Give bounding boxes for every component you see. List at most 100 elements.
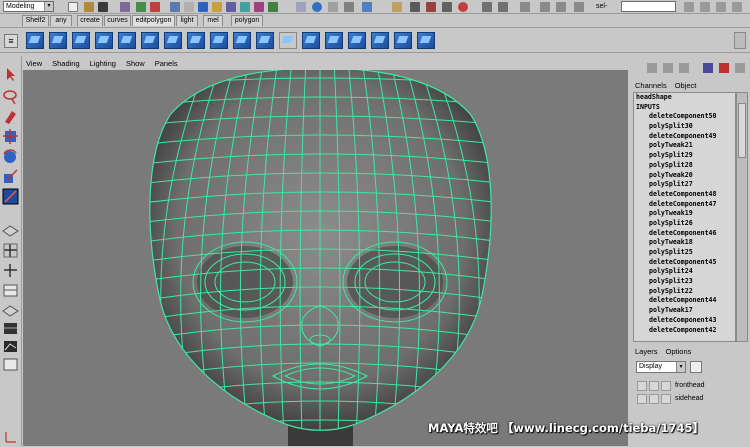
- channel-input-item[interactable]: polyTweak18: [634, 238, 735, 248]
- layout-hypergraph-icon[interactable]: [2, 320, 19, 337]
- mask-icon[interactable]: [226, 2, 236, 12]
- channel-box-icon[interactable]: [663, 63, 673, 73]
- shelf-tool-icon[interactable]: [394, 32, 412, 49]
- shelf-tool-icon[interactable]: [233, 32, 251, 49]
- shelf-tab-polygon[interactable]: polygon: [231, 15, 263, 26]
- tab-channels[interactable]: Channels: [635, 80, 667, 91]
- layer-color-swatch[interactable]: [661, 381, 671, 391]
- mask-icon[interactable]: [212, 2, 222, 12]
- shelf-tab-any[interactable]: any: [50, 15, 72, 26]
- shelf-menu-icon[interactable]: ≡: [4, 34, 18, 48]
- rotate-tool-icon[interactable]: [2, 148, 19, 165]
- shelf-tool-icon[interactable]: [26, 32, 44, 49]
- channel-box-icon[interactable]: [679, 63, 689, 73]
- toggle-panel-icon[interactable]: [520, 2, 530, 12]
- layout-panel-icon[interactable]: [2, 282, 19, 299]
- layer-editor-icon[interactable]: [732, 2, 742, 12]
- channel-box-icon[interactable]: [719, 63, 729, 73]
- channel-input-item[interactable]: deleteComponent46: [634, 229, 735, 239]
- channel-box-icon[interactable]: [735, 63, 745, 73]
- viewport-menu-view[interactable]: View: [26, 58, 42, 69]
- paint-select-icon[interactable]: [2, 108, 19, 125]
- shelf-tool-icon[interactable]: [95, 32, 113, 49]
- layer-display-select[interactable]: Display ▾: [636, 361, 686, 373]
- layer-visibility-toggle[interactable]: [637, 394, 647, 404]
- viewport-menu-shading[interactable]: Shading: [52, 58, 80, 69]
- layout-outliner-icon[interactable]: [2, 302, 19, 319]
- channel-input-item[interactable]: polyTweak17: [634, 306, 735, 316]
- select-hierarchy-icon[interactable]: [120, 2, 130, 12]
- shelf-tab-curves[interactable]: curves: [104, 15, 131, 26]
- select-component-icon[interactable]: [150, 2, 160, 12]
- lasso-icon[interactable]: [2, 88, 19, 105]
- shelf-tool-icon[interactable]: [49, 32, 67, 49]
- channel-input-item[interactable]: polyTweak21: [634, 141, 735, 151]
- shelf-scrollbar[interactable]: [734, 32, 746, 49]
- new-scene-icon[interactable]: [68, 2, 78, 12]
- channel-input-item[interactable]: polySplit22: [634, 287, 735, 297]
- viewport-menu-lighting[interactable]: Lighting: [90, 58, 116, 69]
- shelf-tool-icon[interactable]: [187, 32, 205, 49]
- save-scene-icon[interactable]: [98, 2, 108, 12]
- channel-input-item[interactable]: polySplit26: [634, 219, 735, 229]
- layout-four-icon[interactable]: [2, 242, 19, 259]
- move-tool-icon[interactable]: [2, 128, 19, 145]
- layer-color-swatch[interactable]: [661, 394, 671, 404]
- select-object-icon[interactable]: [136, 2, 146, 12]
- layer-visibility-toggle[interactable]: [637, 381, 647, 391]
- shelf-tab-mel[interactable]: mel: [203, 15, 223, 26]
- snap-view-icon[interactable]: [344, 2, 354, 12]
- toggle-panel-icon[interactable]: [540, 2, 550, 12]
- shelf-tool-icon[interactable]: [371, 32, 389, 49]
- mode-select[interactable]: Modeling ▾: [3, 1, 54, 12]
- perspective-viewport[interactable]: [23, 70, 628, 446]
- mask-icon[interactable]: [198, 2, 208, 12]
- channel-input-item[interactable]: deleteComponent45: [634, 258, 735, 268]
- scrollbar-thumb[interactable]: [738, 103, 746, 158]
- shelf-tool-icon[interactable]: [417, 32, 435, 49]
- channel-input-item[interactable]: deleteComponent42: [634, 326, 735, 336]
- head-model[interactable]: [23, 70, 628, 446]
- mask-icon[interactable]: [268, 2, 278, 12]
- channel-input-item[interactable]: deleteComponent49: [634, 132, 735, 142]
- shelf-tool-icon[interactable]: [348, 32, 366, 49]
- shelf-tool-icon[interactable]: [164, 32, 182, 49]
- mask-icon[interactable]: [254, 2, 264, 12]
- shelf-tab-create[interactable]: create: [77, 15, 103, 26]
- channel-input-item[interactable]: polyTweak20: [634, 171, 735, 181]
- channel-input-item[interactable]: deleteComponent44: [634, 296, 735, 306]
- channel-input-item[interactable]: deleteComponent48: [634, 190, 735, 200]
- mask-icon[interactable]: [170, 2, 180, 12]
- layout-graph-icon[interactable]: [2, 338, 19, 355]
- channel-input-item[interactable]: polySplit25: [634, 248, 735, 258]
- channel-box-icon[interactable]: [716, 2, 726, 12]
- channel-input-item[interactable]: deleteComponent50: [634, 112, 735, 122]
- tab-object[interactable]: Object: [675, 80, 697, 91]
- scale-tool-icon[interactable]: [2, 168, 19, 185]
- select-arrow-icon[interactable]: [2, 66, 19, 83]
- make-live-icon[interactable]: [362, 2, 372, 12]
- layout-single-icon[interactable]: [2, 222, 19, 239]
- shelf-tab-editpolygon[interactable]: editpolygon: [132, 15, 175, 26]
- viewport-menu-show[interactable]: Show: [126, 58, 145, 69]
- ipr-render-icon[interactable]: [426, 2, 436, 12]
- layer-row[interactable]: fronthead: [637, 380, 737, 392]
- snap-grid-icon[interactable]: [296, 2, 306, 12]
- mask-icon[interactable]: [184, 2, 194, 12]
- channel-input-item[interactable]: polySplit30: [634, 122, 735, 132]
- shelf-tool-icon[interactable]: [118, 32, 136, 49]
- toggle-panel-icon[interactable]: [574, 2, 584, 12]
- manipulator-icon[interactable]: [2, 188, 19, 205]
- channel-input-item[interactable]: polyTweak19: [634, 209, 735, 219]
- channel-input-item[interactable]: polySplit29: [634, 151, 735, 161]
- layout-persp-icon[interactable]: [2, 356, 19, 373]
- hypershade-icon[interactable]: [458, 2, 468, 12]
- shelf-tool-icon[interactable]: [210, 32, 228, 49]
- toggle-panel-icon[interactable]: [556, 2, 566, 12]
- shelf-tab-shelf2[interactable]: Shelf2: [22, 15, 49, 26]
- tab-layers[interactable]: Layers: [635, 346, 658, 357]
- render-icon[interactable]: [410, 2, 420, 12]
- shelf-tab-light[interactable]: light: [176, 15, 198, 26]
- channel-box-icon[interactable]: [703, 63, 713, 73]
- channel-input-item[interactable]: deleteComponent47: [634, 200, 735, 210]
